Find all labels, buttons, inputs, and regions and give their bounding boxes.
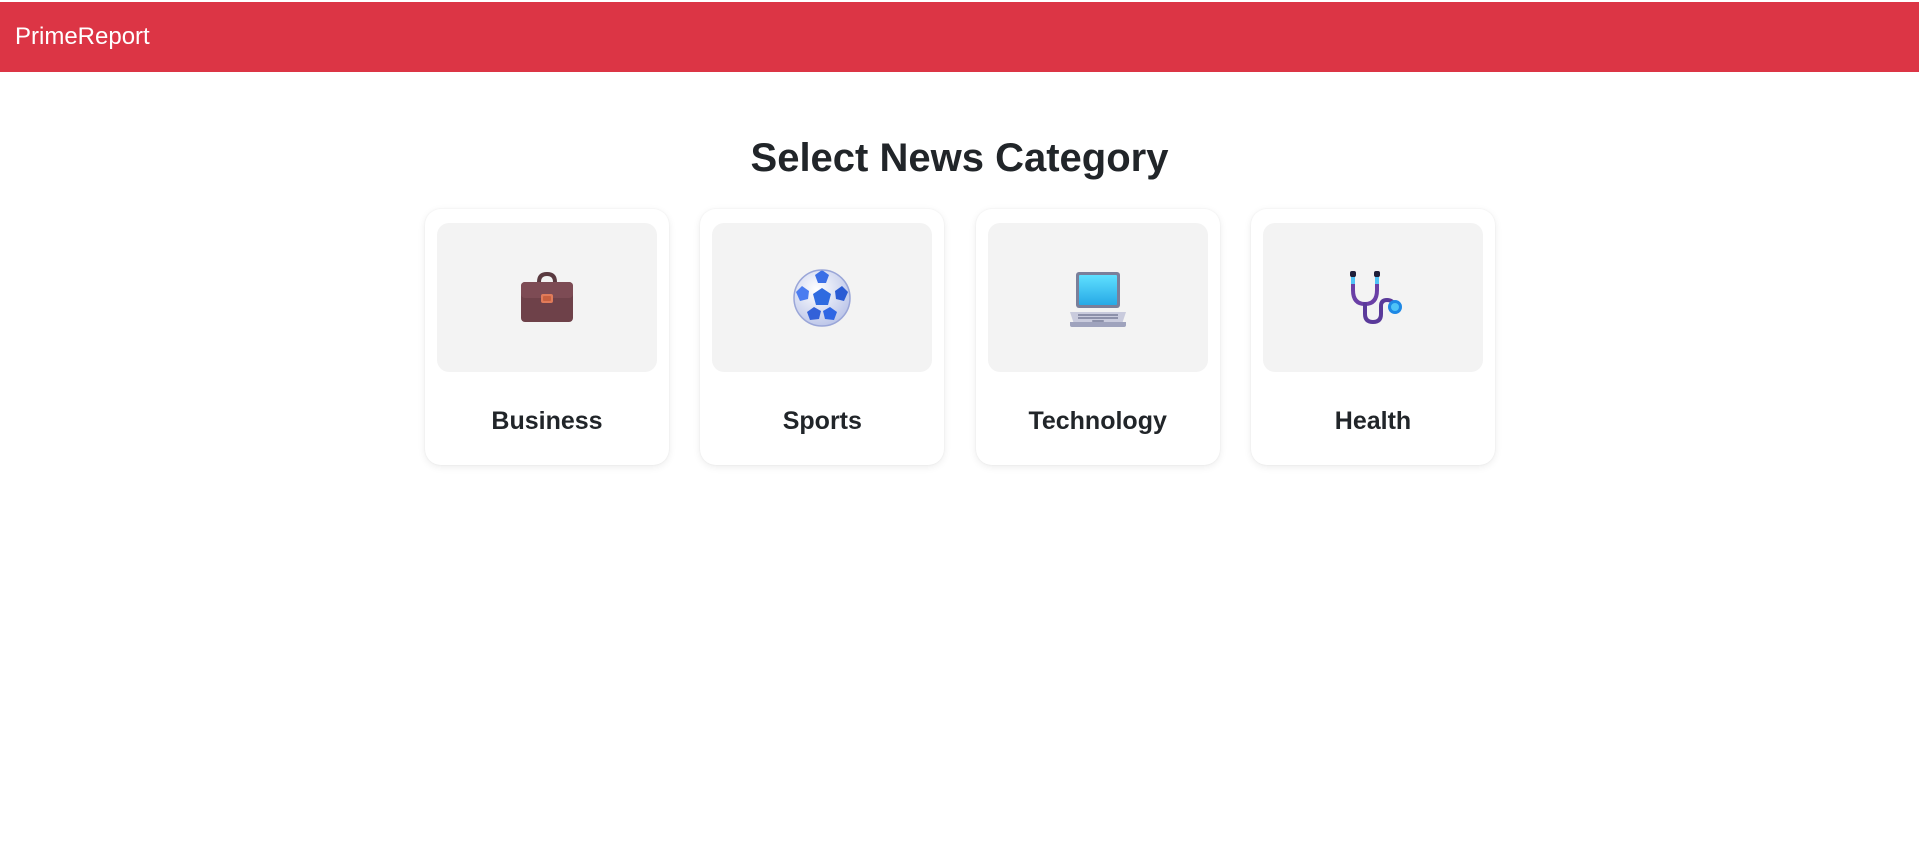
category-label: Technology [1028,407,1167,435]
category-label: Sports [782,407,862,435]
category-card-sports[interactable]: Sports [700,209,945,465]
category-image [437,223,657,372]
category-card-health[interactable]: Health [1250,209,1495,465]
brand-link[interactable]: PrimeReport [15,23,150,51]
category-label: Health [1334,407,1412,435]
category-list: Business Sports Technology Health [425,209,1495,465]
soccer-ball-icon [793,268,852,327]
stethoscope-icon [1349,270,1402,324]
navbar: PrimeReport [0,2,1919,72]
category-card-business[interactable]: Business [425,209,669,465]
category-image [987,223,1208,372]
category-card-technology[interactable]: Technology [975,209,1220,465]
category-image [712,223,933,372]
category-image [1262,223,1483,372]
laptop-icon [1069,271,1126,327]
category-label: Business [491,407,603,435]
briefcase-icon [521,271,573,322]
page-title: Select News Category [750,136,1169,180]
